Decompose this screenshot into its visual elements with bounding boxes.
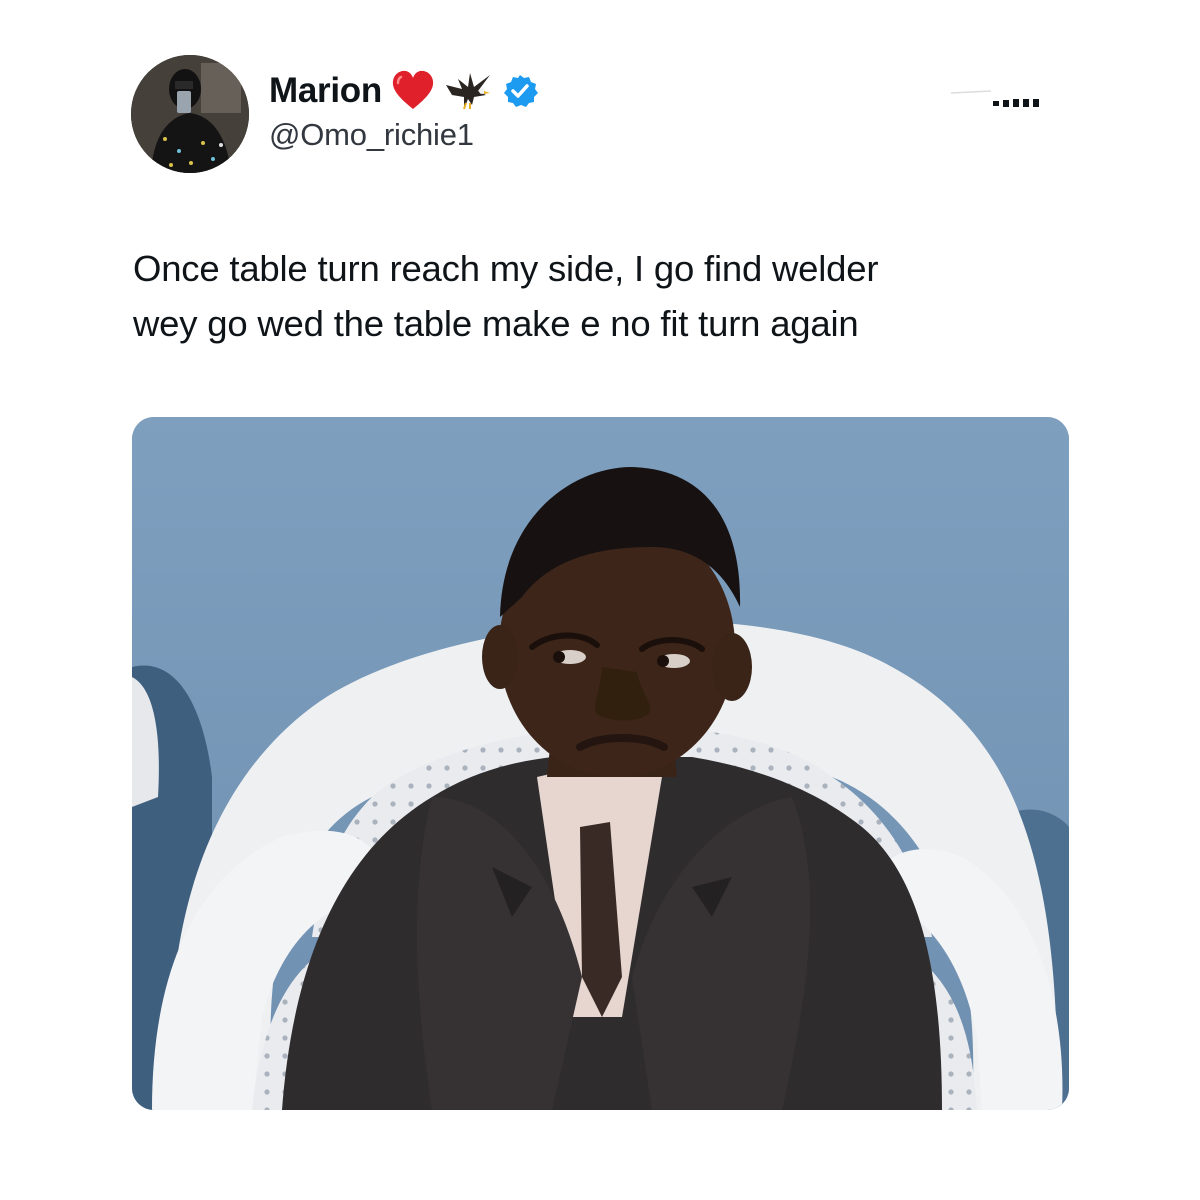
avatar-photo [131, 55, 249, 173]
tweet-header: Marion @Omo_richie1 [131, 55, 1071, 175]
eagle-emoji-icon [444, 69, 494, 113]
more-options-icon[interactable] [950, 85, 1041, 120]
tweet-text-line-2: wey go wed the table make e no fit turn … [133, 303, 859, 344]
user-handle[interactable]: @Omo_richie1 [269, 117, 540, 153]
meme-photo [132, 417, 1069, 1110]
tweet-card: Marion @Omo_richie1 Once table turn reac… [0, 0, 1200, 1200]
name-row: Marion [269, 69, 540, 113]
user-names: Marion @Omo_richie1 [269, 69, 540, 153]
avatar[interactable] [131, 55, 249, 173]
tweet-text-line-1: Once table turn reach my side, I go find… [133, 248, 879, 289]
verified-badge-icon [500, 69, 540, 113]
tweet-media-photo[interactable] [132, 417, 1069, 1110]
heart-emoji-icon [390, 69, 436, 113]
tweet-text: Once table turn reach my side, I go find… [133, 241, 1093, 351]
display-name[interactable]: Marion [269, 71, 382, 111]
